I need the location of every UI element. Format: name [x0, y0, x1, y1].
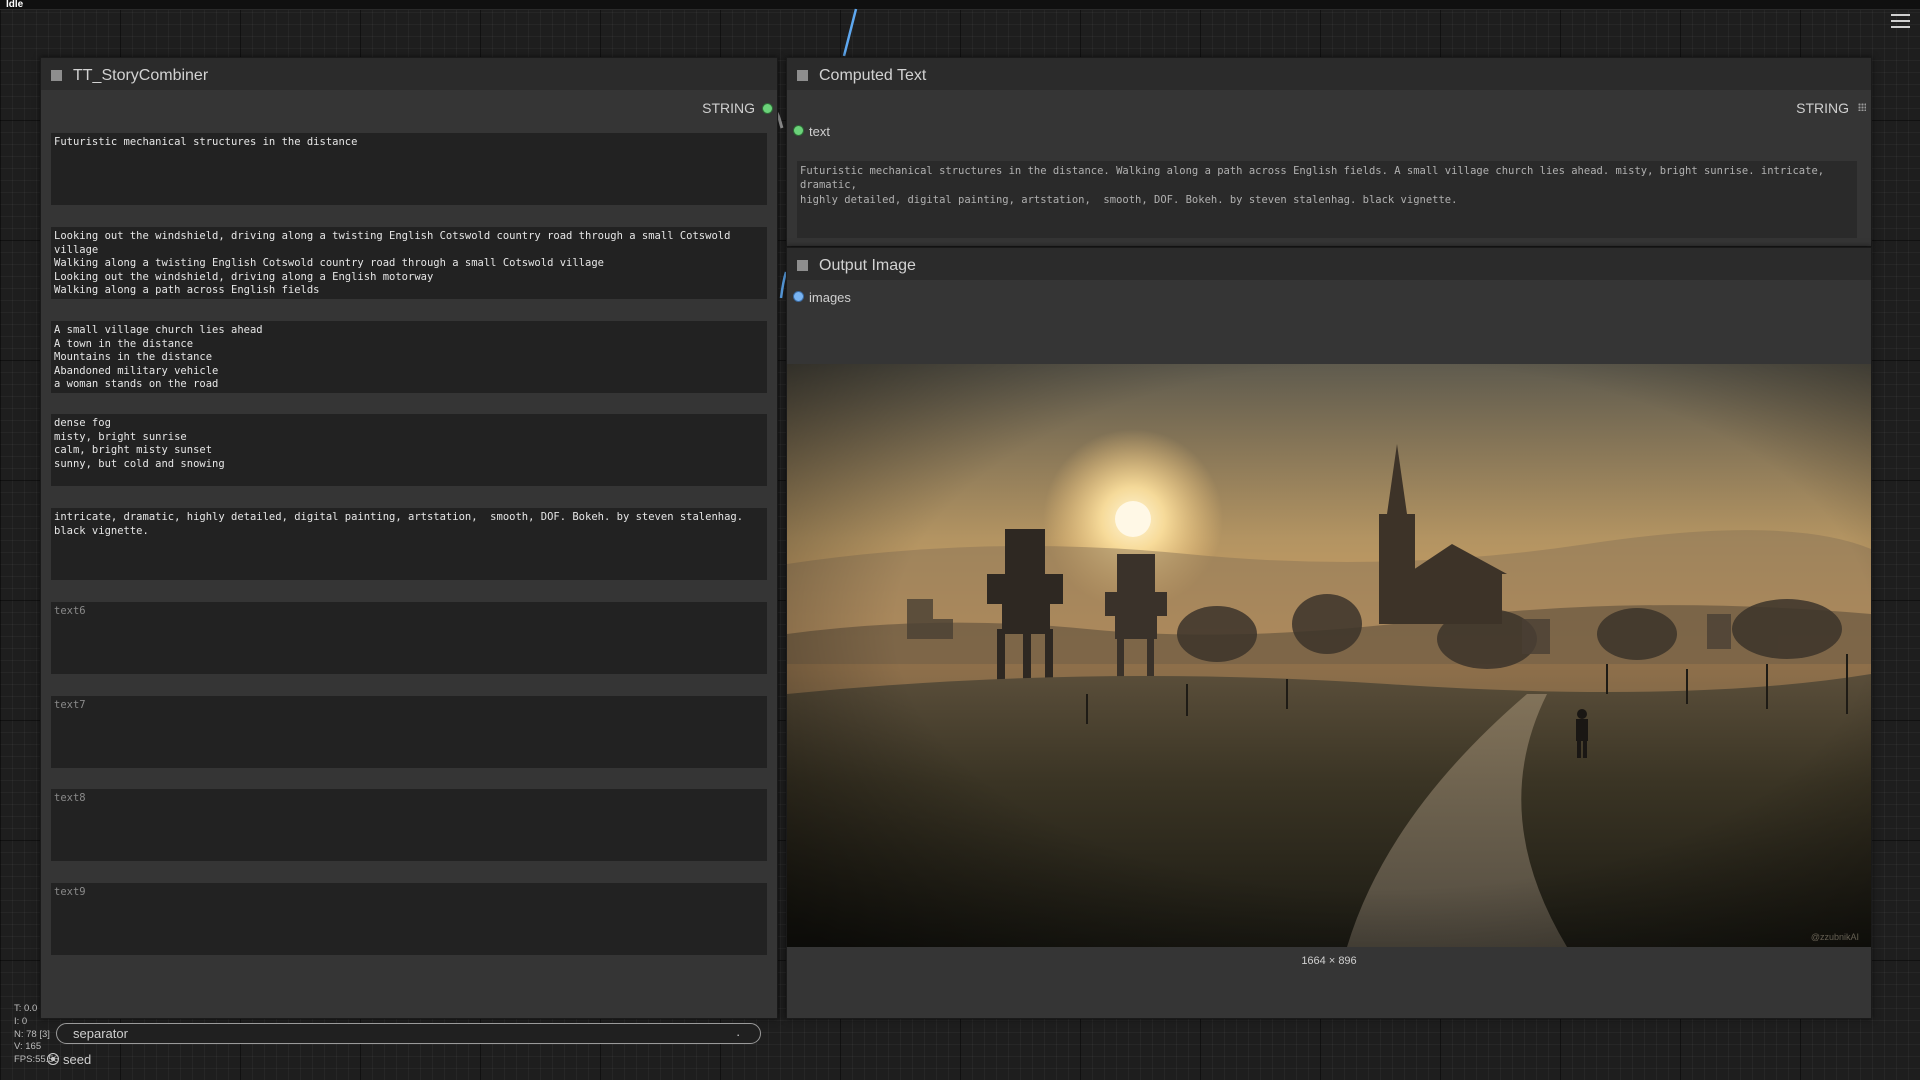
image-watermark: @zzubnikAI	[1811, 932, 1859, 942]
wire-top	[842, 8, 858, 57]
output-image-preview[interactable]: @zzubnikAI	[787, 364, 1871, 947]
render-stats: T: 0.0 I: 0 N: 78 [3] V: 165 FPS:55.56	[14, 1003, 59, 1067]
stat-time: T: 0.0	[14, 1003, 38, 1014]
stat-nodes: N: 78 [3]	[14, 1028, 50, 1040]
collapse-toggle-icon[interactable]	[51, 70, 62, 81]
node-header[interactable]: Computed Text	[787, 58, 1871, 90]
text-input-5[interactable]: intricate, dramatic, highly detailed, di…	[51, 508, 767, 580]
generated-landscape-image: @zzubnikAI	[787, 364, 1871, 947]
output-type-label: STRING	[702, 100, 755, 116]
stat-fps: FPS:55.56	[14, 1054, 59, 1066]
node-header[interactable]: TT_StoryCombiner	[41, 58, 777, 90]
collapse-toggle-icon[interactable]	[797, 70, 808, 81]
story-combiner-node[interactable]: TT_StoryCombiner STRING Futuristic mecha…	[40, 57, 778, 1067]
text-input-3[interactable]: A small village church lies ahead A town…	[51, 321, 767, 393]
seed-label: seed	[63, 1052, 92, 1067]
computed-text-node[interactable]: Computed Text STRING text Futuristic mec…	[786, 57, 1872, 247]
image-dimensions-label: 1664 × 896	[1301, 955, 1357, 967]
separator-field[interactable]: separator .	[56, 1023, 761, 1044]
output-image-node[interactable]: Output Image images @zzubnikAI 1664 × 89…	[786, 247, 1872, 1019]
stat-v: V: 165	[14, 1041, 42, 1053]
node-title: Computed Text	[819, 67, 927, 84]
stat-i: I: 0	[14, 1015, 28, 1027]
collapse-toggle-icon[interactable]	[797, 260, 808, 271]
separator-value: .	[736, 1024, 740, 1039]
node-header[interactable]: Output Image	[787, 248, 1871, 280]
text-input-1[interactable]: Futuristic mechanical structures in the …	[51, 133, 767, 205]
computed-text-display: Futuristic mechanical structures in the …	[797, 161, 1857, 238]
node-title: Output Image	[819, 257, 916, 274]
text-input-7[interactable]: text7	[51, 696, 767, 768]
text-input-8[interactable]: text8	[51, 789, 767, 861]
text-input-2[interactable]: Looking out the windshield, driving alon…	[51, 227, 767, 299]
images-input-label: images	[809, 290, 851, 305]
text-input-6[interactable]: text6	[51, 602, 767, 674]
text-input-label: text	[809, 124, 830, 139]
images-input-connector-dot[interactable]	[793, 291, 804, 302]
separator-label: separator	[73, 1026, 128, 1041]
text-input-9[interactable]: text9	[51, 883, 767, 955]
text-input-4[interactable]: dense fog misty, bright sunrise calm, br…	[51, 414, 767, 486]
text-input-connector-dot[interactable]	[793, 125, 804, 136]
output-type-label: STRING	[1796, 100, 1849, 116]
node-title: TT_StoryCombiner	[73, 67, 209, 84]
output-grid-icon[interactable]	[1858, 103, 1866, 111]
output-connector-dot[interactable]	[762, 103, 773, 114]
